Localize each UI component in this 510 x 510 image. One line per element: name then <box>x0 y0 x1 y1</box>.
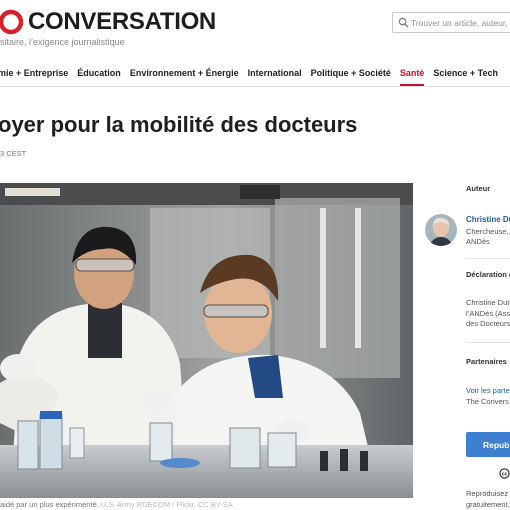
disclosure-heading: Déclaration d <box>466 270 510 279</box>
author-role-line1: Chercheuse, <box>466 227 509 236</box>
author-role: Chercheuse, ANDès <box>466 227 509 247</box>
nav-item-economie[interactable]: mie + Entreprise <box>0 66 68 88</box>
search-box[interactable] <box>392 12 510 33</box>
nav-divider <box>0 86 510 87</box>
caption-text: aidé par un plus expérimenté. <box>0 500 99 509</box>
caption-credit[interactable]: U.S. Army RDECOM / Flickr, CC BY-SA <box>101 500 233 509</box>
sidebar-divider <box>466 342 510 343</box>
reproduce-text: Reproduisez n gratuitement, <box>466 489 510 510</box>
partners-text: The Convers <box>466 397 509 406</box>
disclosure-line2: l’ANDès (Ass <box>466 308 510 318</box>
author-name-link[interactable]: Christine Du <box>466 215 510 224</box>
partners-heading: Partenaires <box>466 357 507 366</box>
search-icon <box>398 17 409 28</box>
creative-commons-icon: cc <box>499 468 510 479</box>
article-date: 3 CEST <box>0 149 27 158</box>
nav-item-science[interactable]: Science + Tech <box>433 66 498 88</box>
nav-item-politique[interactable]: Politique + Société <box>311 66 391 88</box>
partners-link[interactable]: Voir les parte <box>466 386 510 395</box>
logo-wordmark: CONVERSATION <box>28 8 216 35</box>
section-nav: mie + Entreprise Éducation Environnement… <box>0 66 507 88</box>
svg-text:cc: cc <box>502 472 508 478</box>
search-input[interactable] <box>411 15 510 30</box>
nav-item-education[interactable]: Éducation <box>77 66 121 88</box>
sidebar-divider <box>466 258 510 259</box>
article-lead-photo <box>0 183 413 498</box>
disclosure-line3: des Docteurs) <box>466 319 510 328</box>
republish-button[interactable]: Republ <box>466 432 510 457</box>
author-role-line2: ANDès <box>466 237 490 246</box>
nav-item-environnement[interactable]: Environnement + Énergie <box>130 66 239 88</box>
disclosure-line1: Christine Duth <box>466 298 510 307</box>
nav-item-sante[interactable]: Santé <box>399 66 424 88</box>
article-title: oyer pour la mobilité des docteurs <box>0 112 358 137</box>
site-tagline: sitaire, l’exigence journalistique <box>0 37 125 47</box>
nav-item-international[interactable]: International <box>248 66 302 88</box>
reproduce-line1: Reproduisez n <box>466 489 510 498</box>
logo-o-icon <box>0 9 24 35</box>
author-heading: Auteur <box>466 184 491 193</box>
author-avatar[interactable] <box>425 214 457 246</box>
photo-caption: aidé par un plus expérimenté. U.S. Army … <box>0 500 233 509</box>
disclosure-text: Christine Duth l’ANDès (Ass des Docteurs… <box>466 298 510 330</box>
reproduce-line2: gratuitement, <box>466 499 510 509</box>
